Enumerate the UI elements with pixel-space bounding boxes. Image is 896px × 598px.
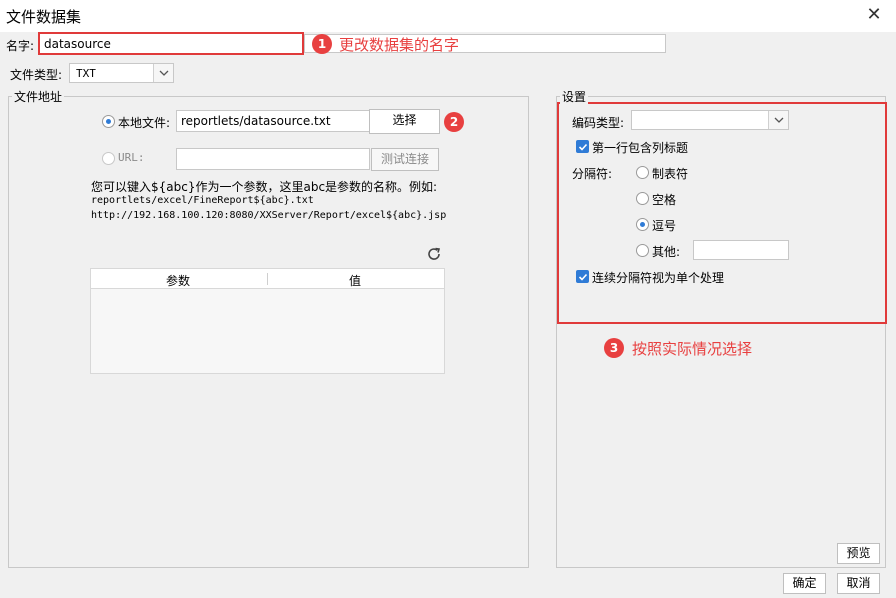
delimiter-tab-label: 制表符 — [652, 167, 689, 181]
column-header-value: 值 — [349, 274, 362, 288]
encoding-label: 编码类型: — [572, 116, 625, 130]
help-text-line-3: http://192.168.100.120:8080/XXServer/Rep… — [91, 210, 447, 221]
delimiter-radio-other[interactable] — [636, 244, 649, 257]
file-type-label: 文件类型: — [10, 68, 63, 82]
help-text-line-1: 您可以键入${abc}作为一个参数，这里abc是参数的名称。例如: — [91, 180, 438, 194]
column-header-param: 参数 — [166, 274, 191, 288]
column-divider — [267, 273, 268, 285]
consecutive-delimiter-label: 连续分隔符视为单个处理 — [592, 271, 725, 285]
title-bar — [0, 0, 896, 32]
settings-legend: 设置 — [560, 88, 589, 105]
url-input[interactable] — [176, 148, 370, 170]
annotation-text-3: 按照实际情况选择 — [632, 340, 753, 358]
help-text-line-2: reportlets/excel/FineReport${abc}.txt — [91, 195, 314, 206]
first-row-header-label: 第一行包含列标题 — [592, 141, 689, 155]
file-type-select[interactable]: TXT — [69, 63, 174, 83]
name-input[interactable]: datasource — [38, 32, 304, 55]
delimiter-radio-tab[interactable] — [636, 166, 649, 179]
checkmark-icon — [578, 143, 588, 151]
name-label: 名字: — [6, 39, 35, 53]
file-type-value: TXT — [76, 67, 96, 80]
checkmark-icon — [578, 273, 588, 281]
refresh-icon[interactable] — [425, 245, 443, 263]
delimiter-other-label: 其他: — [652, 245, 681, 259]
annotation-text-1: 更改数据集的名字 — [339, 36, 460, 54]
local-file-radio[interactable] — [102, 115, 115, 128]
test-connection-button[interactable]: 测试连接 — [371, 148, 439, 171]
table-header: 参数 值 — [91, 269, 444, 289]
close-icon[interactable]: ✕ — [862, 4, 886, 28]
window-title: 文件数据集 — [6, 8, 82, 26]
consecutive-delimiter-checkbox[interactable] — [576, 270, 589, 283]
delimiter-space-label: 空格 — [652, 193, 677, 207]
encoding-select[interactable] — [631, 110, 789, 130]
url-radio[interactable] — [102, 152, 115, 165]
delimiter-radio-space[interactable] — [636, 192, 649, 205]
file-address-legend: 文件地址 — [12, 88, 65, 105]
choose-file-button[interactable]: 选择 — [369, 109, 440, 134]
local-file-value: reportlets/datasource.txt — [181, 114, 331, 128]
annotation-badge-2: 2 — [444, 112, 464, 132]
annotation-badge-3: 3 — [604, 338, 624, 358]
parameter-table: 参数 值 — [90, 268, 445, 374]
annotation-badge-1: 1 — [312, 34, 332, 54]
settings-highlight-box — [557, 102, 887, 324]
chevron-down-icon — [768, 111, 788, 129]
delimiter-label: 分隔符: — [572, 167, 613, 181]
ok-button[interactable]: 确定 — [783, 573, 826, 594]
local-file-label: 本地文件: — [118, 116, 171, 130]
preview-button[interactable]: 预览 — [837, 543, 880, 564]
delimiter-comma-label: 逗号 — [652, 219, 677, 233]
chevron-down-icon — [153, 64, 173, 82]
local-file-input[interactable]: reportlets/datasource.txt — [176, 110, 370, 132]
url-label: URL: — [118, 151, 145, 164]
first-row-header-checkbox[interactable] — [576, 140, 589, 153]
delimiter-other-input[interactable] — [693, 240, 789, 260]
delimiter-radio-comma[interactable] — [636, 218, 649, 231]
name-input-value: datasource — [44, 37, 111, 51]
cancel-button[interactable]: 取消 — [837, 573, 880, 594]
